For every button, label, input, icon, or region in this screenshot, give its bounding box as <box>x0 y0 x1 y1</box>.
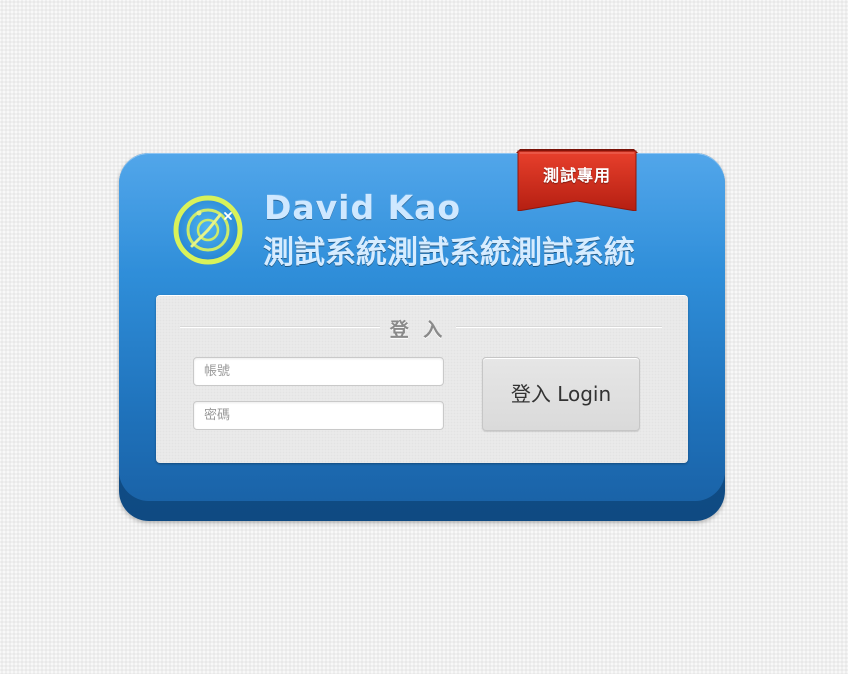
radar-icon <box>173 195 243 265</box>
ribbon-label: 測試專用 <box>542 166 611 185</box>
account-input[interactable] <box>193 357 444 386</box>
brand-name: David Kao <box>264 188 462 227</box>
login-button[interactable]: 登入 Login <box>482 357 640 431</box>
login-title: 登 入 <box>389 319 447 341</box>
divider-left <box>180 326 380 327</box>
password-input[interactable] <box>193 401 444 430</box>
test-ribbon: 測試專用 <box>516 149 638 211</box>
divider-right <box>456 326 662 327</box>
login-panel: 登 入 登入 Login <box>156 295 688 463</box>
system-title: 測試系統測試系統測試系統 <box>263 235 635 271</box>
